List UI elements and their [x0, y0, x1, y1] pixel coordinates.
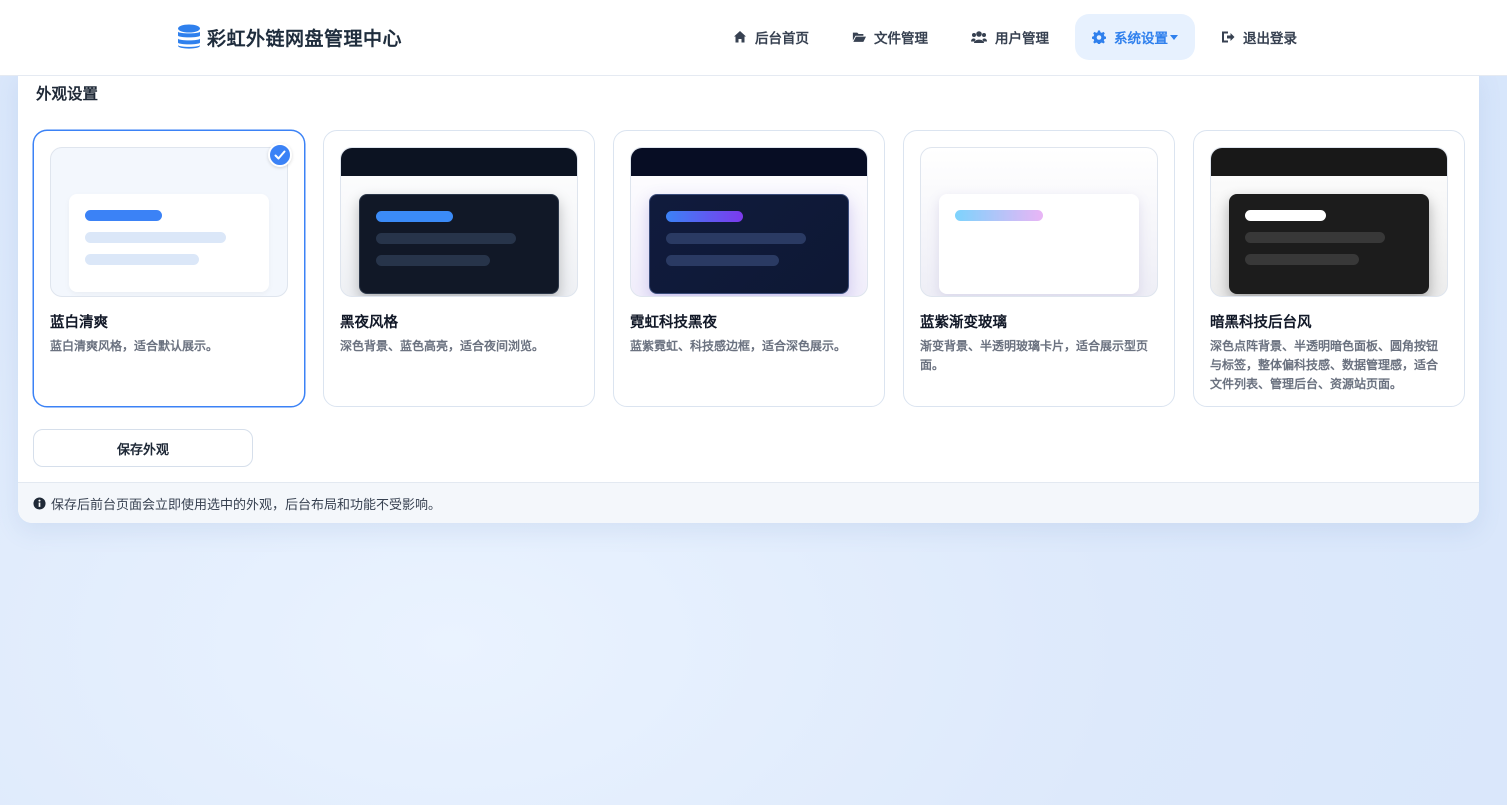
- theme-desc: 蓝白清爽风格，适合默认展示。: [50, 339, 219, 353]
- theme-list: 蓝白清爽 蓝白清爽风格，适合默认展示。 黑夜风格 深色背景、蓝色高亮，适合夜间浏…: [33, 130, 1465, 407]
- users-icon: [971, 31, 987, 43]
- selected-check-icon: [268, 143, 292, 167]
- main-nav: 后台首页 文件管理 用户管理 系统设置 退出登录: [716, 14, 1323, 60]
- theme-name: 蓝紫渐变玻璃: [920, 315, 1007, 331]
- sign-out-icon: [1222, 31, 1235, 43]
- theme-card-neon[interactable]: 霓虹科技黑夜 蓝紫霓虹、科技感边框，适合深色展示。: [613, 130, 885, 407]
- gear-icon: [1092, 30, 1106, 44]
- brand[interactable]: 彩虹外链网盘管理中心: [177, 22, 402, 52]
- theme-card-dark-tech[interactable]: 暗黑科技后台风 深色点阵背景、半透明暗色面板、圆角按钮与标签，整体偏科技感、数据…: [1193, 130, 1465, 407]
- home-icon: [734, 31, 746, 43]
- theme-card-night[interactable]: 黑夜风格 深色背景、蓝色高亮，适合夜间浏览。: [323, 130, 595, 407]
- theme-preview: [630, 147, 868, 297]
- theme-name: 暗黑科技后台风: [1210, 315, 1312, 331]
- nav-label: 系统设置: [1114, 31, 1168, 47]
- theme-desc: 深色点阵背景、半透明暗色面板、圆角按钮与标签，整体偏科技感、数据管理感，适合文件…: [1210, 339, 1439, 391]
- theme-preview: [1210, 147, 1448, 297]
- theme-preview: [340, 147, 578, 297]
- theme-name: 黑夜风格: [340, 315, 398, 331]
- nav-label: 文件管理: [874, 31, 928, 47]
- info-circle-icon: [33, 496, 46, 510]
- theme-desc: 深色背景、蓝色高亮，适合夜间浏览。: [340, 339, 545, 353]
- theme-card-glass[interactable]: 蓝紫渐变玻璃 渐变背景、半透明玻璃卡片，适合展示型页面。: [903, 130, 1175, 407]
- nav-item-logout[interactable]: 退出登录: [1204, 14, 1314, 60]
- theme-card-blue-white[interactable]: 蓝白清爽 蓝白清爽风格，适合默认展示。: [33, 130, 305, 407]
- chevron-down-icon: [1170, 34, 1178, 40]
- footer-note: 保存后前台页面会立即使用选中的外观，后台布局和功能不受影响。: [18, 482, 1479, 523]
- appearance-settings-panel: 外观设置 蓝白清爽 蓝白清爽风格，适合默认展示。 黑夜风格 深色背景、蓝色高亮，…: [18, 72, 1479, 523]
- database-icon: [178, 24, 200, 49]
- nav-label: 退出登录: [1243, 31, 1297, 47]
- save-appearance-button[interactable]: 保存外观: [33, 429, 253, 467]
- nav-item-settings[interactable]: 系统设置: [1075, 14, 1195, 60]
- nav-item-home[interactable]: 后台首页: [716, 14, 826, 60]
- folder-open-icon: [852, 32, 866, 42]
- theme-desc: 渐变背景、半透明玻璃卡片，适合展示型页面。: [920, 339, 1149, 372]
- theme-desc: 蓝紫霓虹、科技感边框，适合深色展示。: [630, 339, 847, 353]
- top-navbar: 彩虹外链网盘管理中心 后台首页 文件管理 用户管理 系统设置 退出登录: [0, 0, 1507, 76]
- nav-item-users[interactable]: 用户管理: [954, 14, 1066, 60]
- brand-title: 彩虹外链网盘管理中心: [207, 27, 403, 50]
- nav-label: 用户管理: [995, 31, 1049, 47]
- nav-item-files[interactable]: 文件管理: [835, 14, 945, 60]
- panel-title: 外观设置: [36, 85, 99, 103]
- theme-preview: [50, 147, 288, 297]
- theme-name: 蓝白清爽: [50, 315, 108, 331]
- footer-note-text: 保存后前台页面会立即使用选中的外观，后台布局和功能不受影响。: [51, 497, 442, 513]
- theme-name: 霓虹科技黑夜: [630, 315, 717, 331]
- nav-label: 后台首页: [755, 31, 809, 47]
- theme-preview: [920, 147, 1158, 297]
